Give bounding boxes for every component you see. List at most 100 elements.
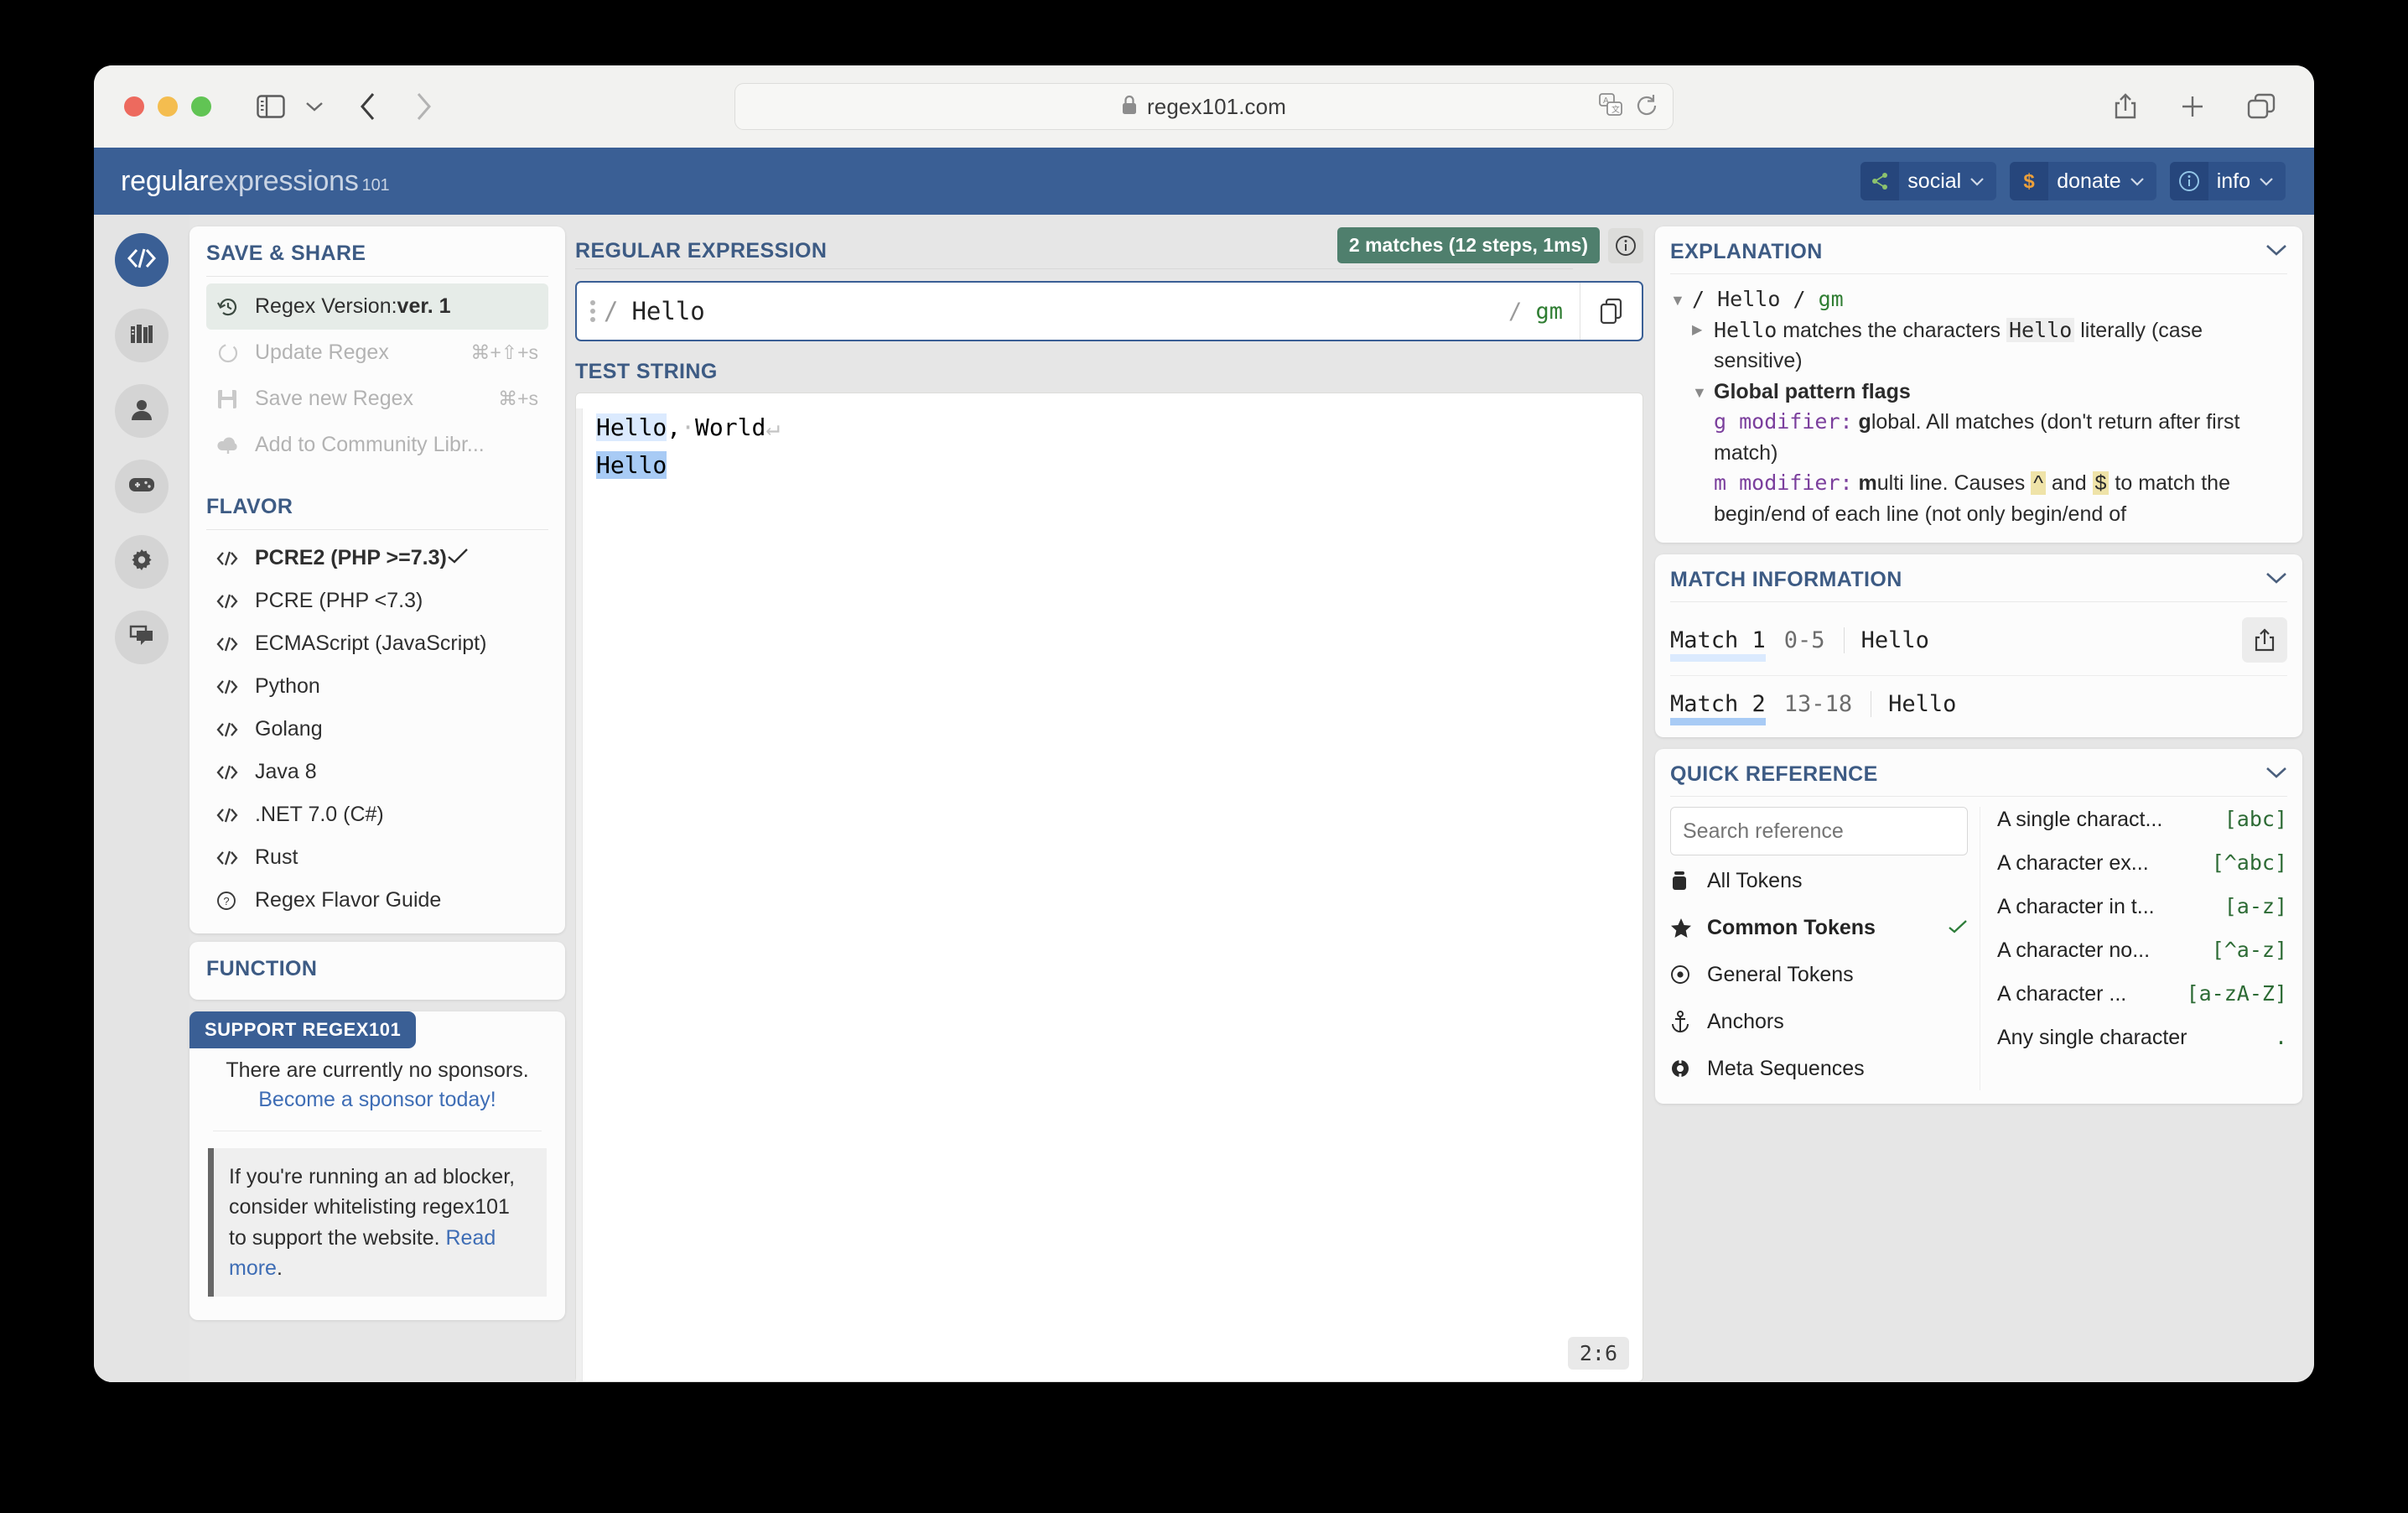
share-icon[interactable] [2113,92,2138,121]
window-controls[interactable] [124,96,211,117]
menu-label: Save new Regex [255,387,413,411]
menu-item-update-regex[interactable]: Update Regex ⌘+⇧+s [206,330,548,376]
rail-item-account[interactable] [115,384,169,438]
reload-icon[interactable] [1636,93,1658,121]
flavor-label: .NET 7.0 (C#) [255,803,384,827]
copy-icon[interactable] [1580,283,1642,340]
forward-arrow-icon[interactable] [414,91,433,122]
qr-category-common-tokens[interactable]: Common Tokens [1670,906,1968,949]
translate-icon[interactable]: A文 [1599,93,1622,121]
flavor-item-golang[interactable]: Golang [206,708,548,751]
kebab-menu-icon[interactable] [590,300,595,322]
refresh-icon [216,341,255,365]
tab-overview-icon[interactable] [2247,93,2276,120]
qr-category-anchors[interactable]: Anchors [1670,1000,1968,1043]
flavor-label: PCRE2 (PHP >=7.3) [255,546,447,570]
menu-item-save-new-regex[interactable]: Save new Regex ⌘+s [206,376,548,422]
qr-reference-item[interactable]: A single charact... [abc] [1997,807,2287,850]
line1-rest: World [695,413,765,441]
chevron-down-icon[interactable] [2265,244,2287,261]
social-menu-button[interactable]: social [1860,162,1996,200]
qr-ref-desc: A single charact... [1997,808,2162,832]
flavor-item-python[interactable]: Python [206,665,548,708]
flavor-item-ecmascript[interactable]: ECMAScript (JavaScript) [206,622,548,665]
address-bar[interactable]: regex101.com A文 [734,83,1674,130]
back-arrow-icon[interactable] [359,91,377,122]
close-window-button[interactable] [124,96,144,117]
become-sponsor-link[interactable]: Become a sponsor today! [208,1088,547,1112]
flavor-item-pcre2[interactable]: PCRE2 (PHP >=7.3) [206,537,548,580]
question-circle-icon: ? [216,891,255,911]
regex-input[interactable]: / Hello / gm [575,281,1643,341]
qr-category-all-tokens[interactable]: All Tokens [1670,859,1968,902]
qr-reference-item[interactable]: A character in t... [a-z] [1997,894,2287,938]
triangle-down-icon[interactable]: ▼ [1692,377,1714,408]
flavor-item-dotnet[interactable]: .NET 7.0 (C#) [206,793,548,836]
cursor-position-indicator: 2:6 [1568,1337,1629,1370]
qr-category-general-tokens[interactable]: General Tokens [1670,953,1968,996]
site-logo[interactable]: regularexpressions101 [121,165,389,198]
tokens-icon [1670,870,1707,892]
chevron-down-icon[interactable] [2265,572,2287,589]
test-string-editor[interactable]: Hello,·World↵ Hello 2:6 [575,393,1643,1382]
menu-item-regex-version[interactable]: Regex Version: ver. 1 [206,283,548,330]
match-row[interactable]: Match 2 13-18 Hello [1670,676,2287,724]
minimize-window-button[interactable] [158,96,178,117]
code-icon [216,679,255,694]
test-string-title: TEST STRING [575,360,1643,384]
flavor-item-java8[interactable]: Java 8 [206,751,548,793]
rail-item-chat[interactable] [115,611,169,664]
donate-menu-button[interactable]: $ donate [2010,162,2156,200]
code-icon [216,808,255,823]
qr-reference-item[interactable]: A character ... [a-zA-Z] [1997,981,2287,1025]
star-icon [1670,918,1707,938]
rail-item-library[interactable] [115,309,169,362]
menu-item-add-to-community-library[interactable]: Add to Community Libr... [206,422,548,468]
check-icon [447,546,469,570]
chevron-down-icon[interactable] [305,101,324,112]
explanation-flags-row[interactable]: ▼ Global pattern flags [1692,377,2287,408]
flavor-label: Regex Flavor Guide [255,888,441,912]
flavor-item-rust[interactable]: Rust [206,836,548,879]
explanation-literal-row[interactable]: ▶ Hello matches the characters Hello lit… [1692,315,2287,377]
rail-item-settings[interactable] [115,535,169,589]
rail-item-gamepad[interactable] [115,460,169,513]
flavor-item-pcre[interactable]: PCRE (PHP <7.3) [206,580,548,622]
code-icon [216,637,255,652]
match-information-title: MATCH INFORMATION [1670,568,1902,592]
save-icon [216,388,255,410]
test-string-content[interactable]: Hello,·World↵ Hello [583,408,793,1381]
newline-glyph: ↵ [765,413,780,441]
icon-rail [94,215,189,1382]
regex-flags[interactable]: / gm [1508,299,1563,325]
lock-icon [1122,95,1137,119]
plus-icon[interactable] [2180,94,2205,119]
regex-info-icon[interactable] [1608,228,1643,263]
qr-reference-item[interactable]: A character no... [^a-z] [1997,938,2287,981]
triangle-right-icon[interactable]: ▶ [1692,315,1714,377]
qr-ref-token: [a-z] [2224,894,2287,918]
expl-slash-open: / [1692,287,1705,311]
qr-reference-item[interactable]: Any single character . [1997,1025,2287,1068]
maximize-window-button[interactable] [191,96,211,117]
qr-reference-item[interactable]: A character ex... [^abc] [1997,850,2287,894]
flavor-item-regex-flavor-guide[interactable]: ? Regex Flavor Guide [206,879,548,922]
rail-item-code[interactable] [115,233,169,287]
export-matches-icon[interactable] [2242,617,2287,663]
svg-text:$: $ [2024,170,2036,193]
left-panel: SAVE & SHARE Regex Version: ver. 1 Updat… [189,215,575,1382]
regex-pattern-value[interactable]: Hello [631,297,704,325]
explanation-panel: EXPLANATION ▼ / Hello / gm [1655,226,2302,543]
target-icon [1670,964,1707,985]
sidebar-toggle-icon[interactable] [257,95,285,118]
logo-bold: regular [121,165,208,197]
reference-search-input[interactable] [1670,807,1968,855]
explanation-root[interactable]: ▼ / Hello / gm [1670,284,2287,315]
space-dot: · [681,413,695,441]
triangle-down-icon[interactable]: ▼ [1670,284,1692,315]
qr-category-meta-sequences[interactable]: Meta Sequences [1670,1047,1968,1090]
info-menu-button[interactable]: info [2170,162,2286,200]
match-row[interactable]: Match 1 0-5 Hello [1670,612,2287,660]
g-bold: g [1859,410,1871,434]
chevron-down-icon[interactable] [2265,767,2287,783]
